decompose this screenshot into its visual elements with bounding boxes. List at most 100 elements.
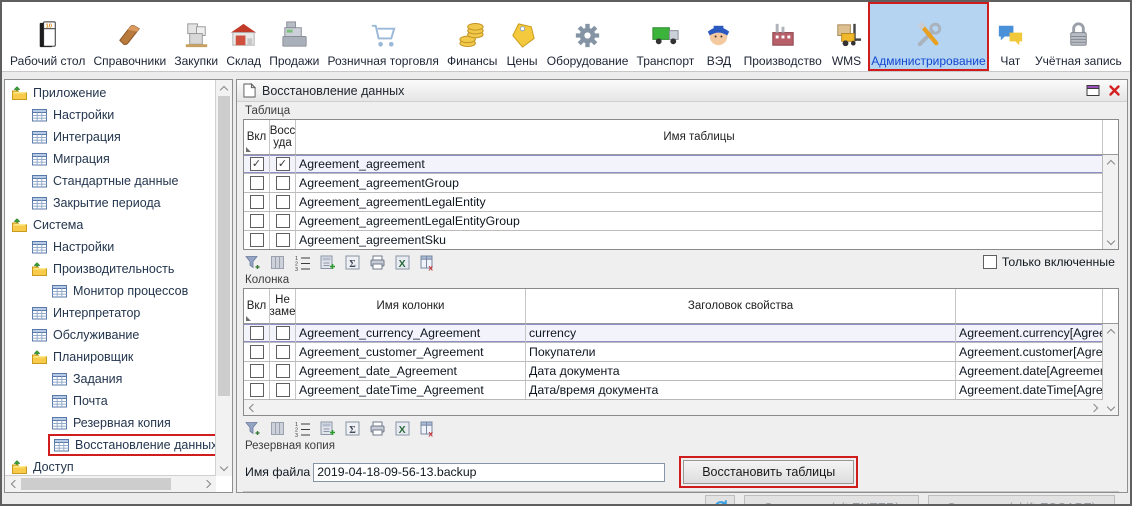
refresh-button[interactable] <box>705 495 735 506</box>
sigma-icon[interactable]: Σ <box>343 253 361 271</box>
row-checkbox-cell[interactable] <box>270 324 296 342</box>
sidebar-item-performance[interactable]: Производительность <box>5 258 216 280</box>
printer-icon[interactable] <box>368 419 386 437</box>
nav-item-account[interactable]: Учётная запись <box>1032 2 1125 71</box>
numbered-list-icon[interactable]: 123 <box>293 253 311 271</box>
scroll-up-button[interactable] <box>1103 155 1118 169</box>
row-checkbox-cell[interactable] <box>244 362 270 380</box>
columns-icon[interactable] <box>268 419 286 437</box>
sidebar-item-application[interactable]: Приложение <box>5 82 216 104</box>
sidebar-item-maintenance[interactable]: Обслуживание <box>5 324 216 346</box>
nav-item-references[interactable]: Справочники <box>91 2 170 71</box>
sidebar-vertical-scrollbar[interactable] <box>215 80 232 476</box>
cell[interactable]: Agreement_agreementGroup <box>296 174 1103 192</box>
row-checkbox-cell[interactable] <box>244 212 270 230</box>
table-row[interactable]: ✓✓Agreement_agreement <box>244 155 1103 174</box>
nav-item-administration[interactable]: Администрирование <box>868 2 988 71</box>
column-header[interactable]: Заголовок свойства <box>526 289 956 323</box>
checkbox[interactable] <box>276 176 290 190</box>
column-header[interactable]: Незаме <box>270 289 296 323</box>
cell[interactable]: Agreement.dateTime[Agre <box>956 381 1103 399</box>
nav-item-sales[interactable]: Продажи <box>266 2 322 71</box>
checkbox[interactable] <box>250 233 264 247</box>
nav-item-purchases[interactable]: Закупки <box>171 2 221 71</box>
calculator-add-icon[interactable] <box>318 253 336 271</box>
sidebar-item-mail[interactable]: Почта <box>5 390 216 412</box>
grid-horizontal-scrollbar[interactable] <box>244 399 1103 415</box>
excel-icon[interactable]: X <box>393 419 411 437</box>
checkbox[interactable] <box>250 326 264 340</box>
sidebar-item-migration[interactable]: Миграция <box>5 148 216 170</box>
sidebar-horizontal-scrollbar[interactable] <box>5 475 216 492</box>
checkbox[interactable] <box>250 214 264 228</box>
table-remove-icon[interactable]: x <box>418 419 436 437</box>
nav-item-chat[interactable]: Чат <box>991 2 1030 71</box>
checkbox[interactable] <box>276 233 290 247</box>
scrollbar-thumb[interactable] <box>218 96 230 396</box>
scrollbar-thumb[interactable] <box>260 402 793 413</box>
row-checkbox-cell[interactable] <box>244 231 270 249</box>
cancel-button[interactable]: Отменить (shift ESCAPE) <box>928 495 1116 506</box>
sidebar-item-scheduler[interactable]: Планировщик <box>5 346 216 368</box>
sidebar-item-access[interactable]: Доступ <box>5 456 216 476</box>
row-checkbox-cell[interactable] <box>270 174 296 192</box>
cell[interactable]: Agreement.date[Agreemen <box>956 362 1103 380</box>
file-name-input[interactable] <box>313 463 665 482</box>
checkbox[interactable] <box>250 195 264 209</box>
scroll-down-button[interactable] <box>1103 235 1118 249</box>
nav-item-equipment[interactable]: Оборудование <box>544 2 632 71</box>
table-row[interactable]: Agreement_agreementLegalEntity <box>244 193 1103 212</box>
checkbox[interactable] <box>250 176 264 190</box>
sidebar-item-period-closing[interactable]: Закрытие периода <box>5 192 216 214</box>
table-row[interactable]: Agreement_agreementGroup <box>244 174 1103 193</box>
scroll-up-button[interactable] <box>216 80 232 96</box>
cell[interactable]: Agreement_currency_Agreement <box>296 324 526 342</box>
scroll-up-button[interactable] <box>1103 324 1118 338</box>
nav-item-warehouse[interactable]: Склад <box>223 2 264 71</box>
checkbox[interactable] <box>276 383 290 397</box>
row-checkbox-cell[interactable] <box>270 343 296 361</box>
save-button[interactable]: Сохранить (alt ENTER) <box>744 495 918 506</box>
row-checkbox-cell[interactable]: ✓ <box>270 155 296 173</box>
checkbox[interactable] <box>276 364 290 378</box>
columns-icon[interactable] <box>268 253 286 271</box>
sidebar-item-tasks[interactable]: Задания <box>5 368 216 390</box>
table-row[interactable]: Agreement_agreementLegalEntityGroup <box>244 212 1103 231</box>
scroll-left-button[interactable] <box>244 400 259 415</box>
checkbox[interactable] <box>276 214 290 228</box>
cell[interactable]: Дата документа <box>526 362 956 380</box>
sidebar-item-backup[interactable]: Резервная копия <box>5 412 216 434</box>
cell[interactable]: Покупатели <box>526 343 956 361</box>
scroll-down-button[interactable] <box>1103 401 1118 415</box>
column-header[interactable]: Вкл <box>244 120 270 154</box>
calculator-add-icon[interactable] <box>318 419 336 437</box>
checkbox[interactable] <box>250 383 264 397</box>
column-header[interactable]: Имя таблицы <box>296 120 1103 154</box>
only-enabled-checkbox[interactable] <box>983 255 997 269</box>
grid-vertical-scrollbar[interactable] <box>1102 155 1118 249</box>
row-checkbox-cell[interactable] <box>244 381 270 399</box>
checkbox[interactable] <box>276 345 290 359</box>
cell[interactable]: Agreement_agreementLegalEntityGroup <box>296 212 1103 230</box>
table-row[interactable]: Agreement_dateTime_AgreementДата/время д… <box>244 381 1103 399</box>
table-row[interactable]: Agreement_date_AgreementДата документаAg… <box>244 362 1103 381</box>
only-enabled-toggle[interactable]: Только включенные <box>983 255 1115 269</box>
nav-item-production[interactable]: Производство <box>741 2 825 71</box>
nav-item-finance[interactable]: Финансы <box>444 2 500 71</box>
cell[interactable]: Дата/время документа <box>526 381 956 399</box>
filter-add-icon[interactable] <box>243 253 261 271</box>
table-row[interactable]: Agreement_agreementSku <box>244 231 1103 249</box>
nav-item-wms[interactable]: WMS <box>827 2 866 71</box>
sigma-icon[interactable]: Σ <box>343 419 361 437</box>
scroll-right-button[interactable] <box>1088 400 1103 415</box>
sidebar-item-process-monitor[interactable]: Монитор процессов <box>5 280 216 302</box>
row-checkbox-cell[interactable] <box>270 381 296 399</box>
row-checkbox-cell[interactable] <box>244 174 270 192</box>
row-checkbox-cell[interactable] <box>270 212 296 230</box>
scroll-right-button[interactable] <box>200 476 216 492</box>
column-header[interactable]: Имя колонки <box>296 289 526 323</box>
excel-icon[interactable]: X <box>393 253 411 271</box>
sidebar-item-app-settings[interactable]: Настройки <box>5 104 216 126</box>
sidebar-item-interpreter[interactable]: Интерпретатор <box>5 302 216 324</box>
scrollbar-thumb[interactable] <box>21 478 171 490</box>
